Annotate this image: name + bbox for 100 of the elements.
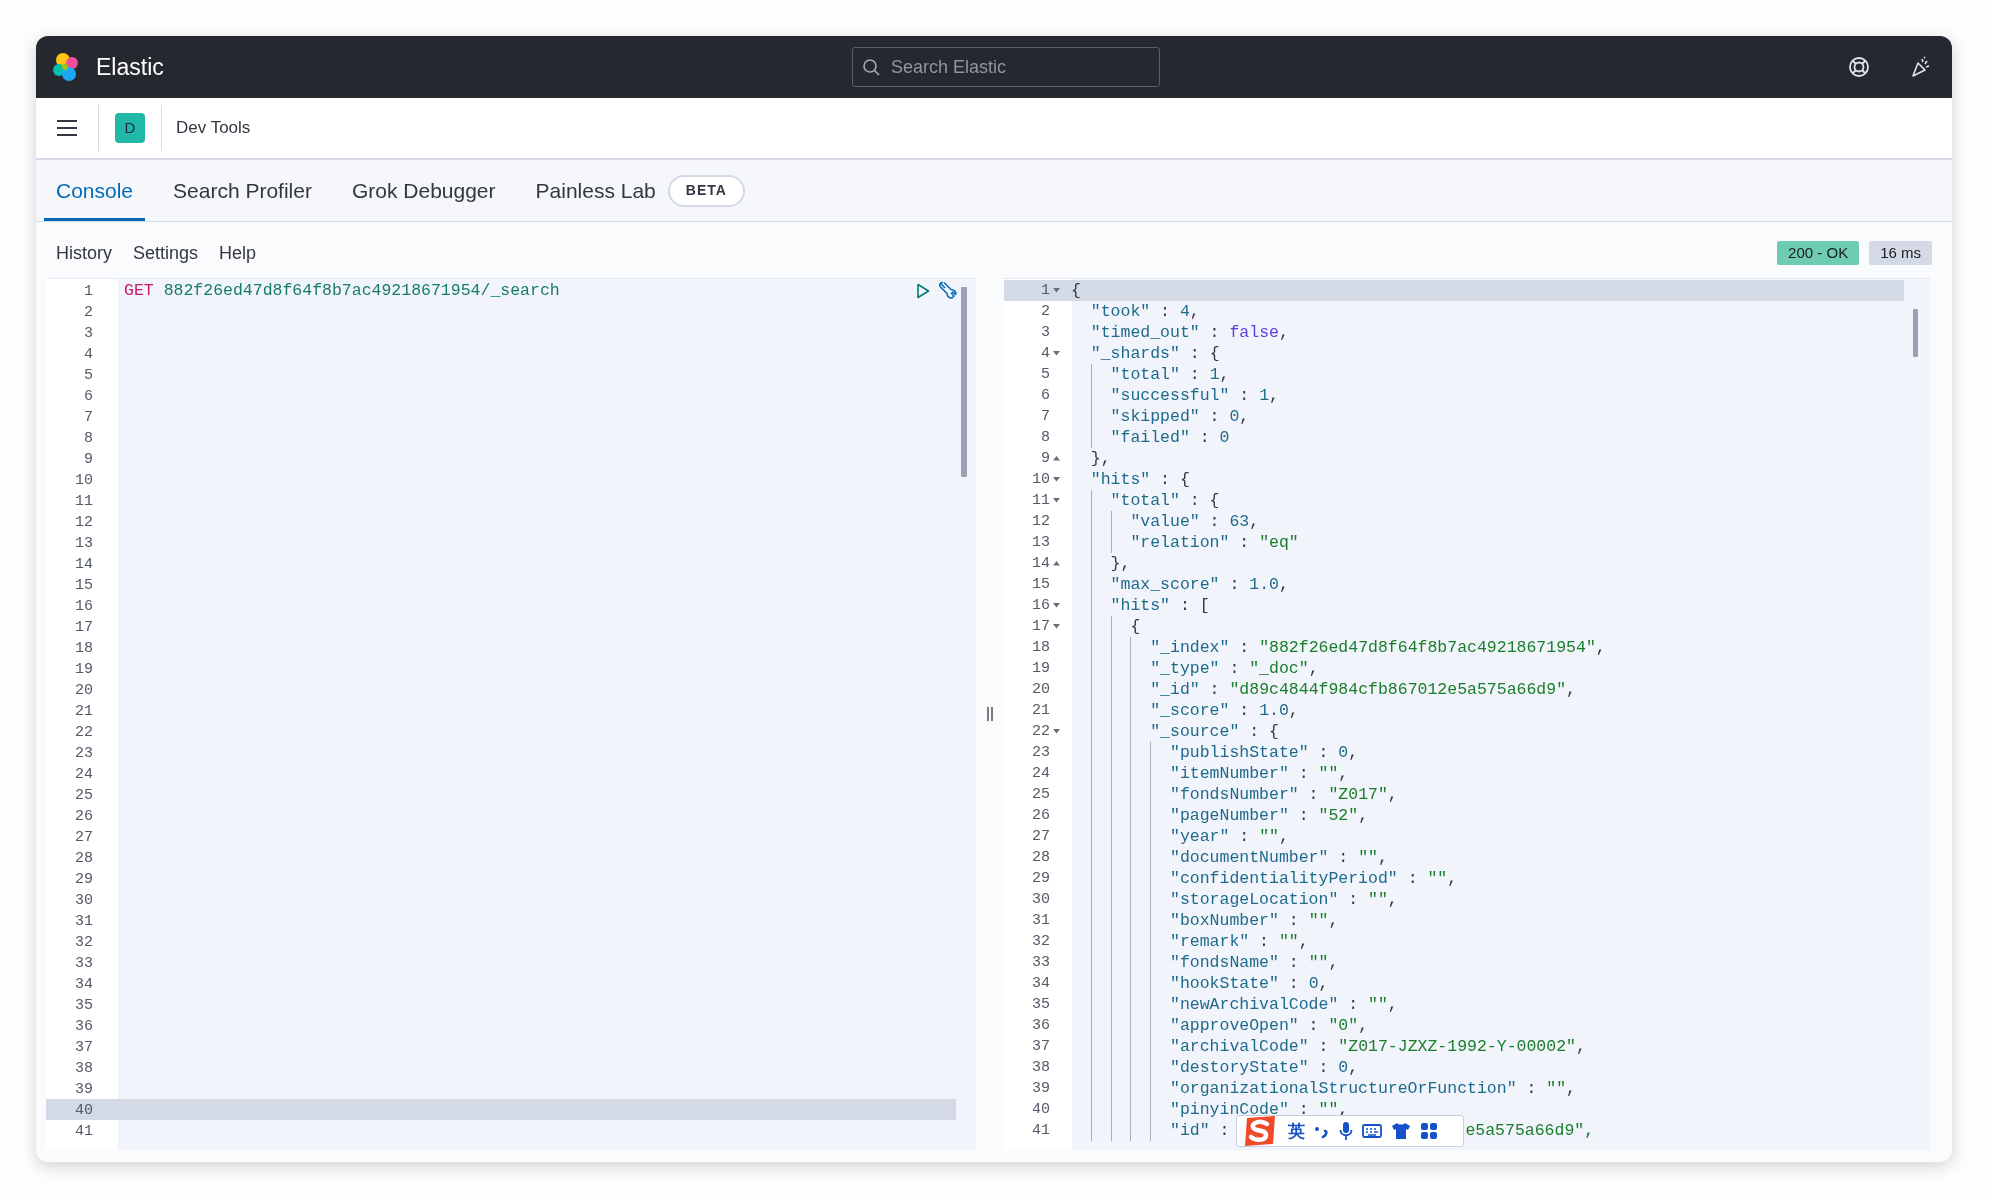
line-number: 34 [1032, 974, 1050, 994]
code-line: }, [1089, 448, 1111, 469]
line-number: 5 [1041, 365, 1050, 385]
play-icon[interactable] [916, 282, 930, 299]
line-number: 5 [84, 367, 93, 384]
code-line: { [1064, 616, 1141, 637]
input-mode-toggle[interactable]: 英 [1288, 1122, 1305, 1140]
code-line: "relation" : "eq" [1064, 532, 1299, 553]
line-number: 7 [1041, 407, 1050, 427]
code-line: "fondsNumber" : "Z017", [1064, 784, 1398, 805]
shirt-icon[interactable] [1391, 1122, 1411, 1140]
line-number: 2 [1041, 302, 1050, 322]
line-number: 35 [75, 997, 93, 1014]
brand-name: Elastic [96, 52, 164, 82]
status-badge: 200 - OK [1777, 241, 1860, 265]
beta-badge: BETA [667, 174, 745, 207]
line-number: 32 [75, 934, 93, 951]
wrench-icon[interactable] [938, 280, 958, 301]
line-number: 25 [1032, 785, 1050, 805]
line-number: 31 [1032, 911, 1050, 931]
tab[interactable]: Console [44, 160, 146, 221]
request-editor[interactable]: 1 GET 882f26ed47d8f64f8b7ac49218671954/_search 2 3 4 5 6 7 8 9 10 11 12 13 14 15 16 17 18 19 20 21 22 23 24 25 26 27 28 29 30 31 32 33 34 35 36 37 38 39 40 41 [46, 278, 976, 1150]
line-number: 4 [84, 346, 93, 363]
line-number: 9 [1041, 449, 1050, 469]
line-number: 9 [84, 451, 93, 468]
line-number: 16 [75, 598, 93, 615]
code-line: "successful" : 1, [1064, 385, 1279, 406]
tab[interactable]: Painless Lab [523, 160, 668, 221]
code-line: "value" : 63, [1064, 511, 1260, 532]
toolbar-link[interactable]: Help [219, 239, 257, 267]
code-line: "_score" : 1.0, [1064, 700, 1299, 721]
fold-toggle-icon[interactable] [1053, 456, 1060, 461]
code-line: "boxNumber" : "", [1064, 910, 1339, 931]
resize-handle-icon[interactable] [987, 706, 993, 722]
line-number: 35 [1032, 995, 1050, 1015]
code-line: "year" : "", [1064, 826, 1289, 847]
line-number: 20 [1032, 680, 1050, 700]
code-line: "confidentialityPeriod" : "", [1064, 868, 1458, 889]
line-number: 3 [1041, 323, 1050, 343]
line-number: 28 [1032, 848, 1050, 868]
line-number: 22 [1032, 722, 1050, 742]
keyboard-icon[interactable] [1362, 1123, 1382, 1139]
fold-toggle-icon[interactable] [1053, 561, 1060, 566]
line-number: 14 [1032, 554, 1050, 574]
line-number: 3 [84, 325, 93, 342]
line-number: 41 [75, 1123, 93, 1140]
line-number: 10 [1032, 470, 1050, 490]
code-line: "hits" : [ [1064, 595, 1210, 616]
fold-toggle-icon[interactable] [1053, 729, 1060, 734]
fold-toggle-icon[interactable] [1053, 603, 1060, 608]
line-number: 23 [75, 745, 93, 762]
fold-toggle-icon[interactable] [1053, 288, 1060, 293]
toolbar-link[interactable]: Settings [133, 239, 199, 267]
help-icon[interactable] [1848, 56, 1870, 78]
line-number: 27 [1032, 827, 1050, 847]
space-avatar[interactable]: D [115, 113, 145, 143]
microphone-icon[interactable] [1339, 1121, 1353, 1141]
scrollbar-icon[interactable] [961, 287, 967, 477]
menu-icon[interactable] [56, 119, 78, 137]
code-line: "storageLocation" : "", [1064, 889, 1398, 910]
code-line: "remark" : "", [1064, 931, 1309, 952]
code-line: "_type" : "_doc", [1064, 658, 1319, 679]
search-field[interactable]: Search Elastic [851, 47, 1160, 87]
page-title: Dev Tools [176, 117, 251, 140]
code-line: "_index" : "882f26ed47d8f64f8b7ac49218671954", [1064, 637, 1606, 658]
line-number: 39 [1032, 1079, 1050, 1099]
code-line: { [1070, 280, 1081, 301]
party-popper-icon[interactable] [1910, 56, 1932, 78]
line-number: 13 [1032, 533, 1050, 553]
line-number: 15 [1032, 575, 1050, 595]
line-number: 18 [1032, 638, 1050, 658]
line-number: 13 [75, 535, 93, 552]
code-line: }, [1064, 553, 1131, 574]
line-number: 36 [75, 1018, 93, 1035]
fold-toggle-icon[interactable] [1053, 351, 1060, 356]
scrollbar-icon[interactable] [1913, 309, 1918, 357]
line-number: 40 [75, 1102, 93, 1119]
fold-toggle-icon[interactable] [1053, 477, 1060, 482]
line-number: 7 [84, 409, 93, 426]
line-number: 6 [84, 388, 93, 405]
line-number: 6 [1041, 386, 1050, 406]
line-number: 38 [75, 1060, 93, 1077]
apps-grid-icon[interactable] [1420, 1122, 1438, 1140]
toolbar-link[interactable]: History [56, 239, 112, 267]
tab[interactable]: Grok Debugger [339, 160, 508, 221]
code-line: "newArchivalCode" : "", [1064, 994, 1398, 1015]
line-number: 12 [1032, 512, 1050, 532]
tab[interactable]: Search Profiler [161, 160, 324, 221]
line-number: 28 [75, 850, 93, 867]
line-number: 39 [75, 1081, 93, 1098]
line-number: 8 [1041, 428, 1050, 448]
fold-toggle-icon[interactable] [1053, 624, 1060, 629]
line-number: 27 [75, 829, 93, 846]
fold-toggle-icon[interactable] [1053, 498, 1060, 503]
line-number: 8 [84, 430, 93, 447]
code-line: "archivalCode" : "Z017-JZXZ-1992-Y-00002", [1064, 1036, 1586, 1057]
line-number: 30 [75, 892, 93, 909]
line-number: 19 [1032, 659, 1050, 679]
code-line: "_id" : "d89c4844f984cfb867012e5a575a66d9", [1064, 679, 1576, 700]
line-number: 17 [1032, 617, 1050, 637]
